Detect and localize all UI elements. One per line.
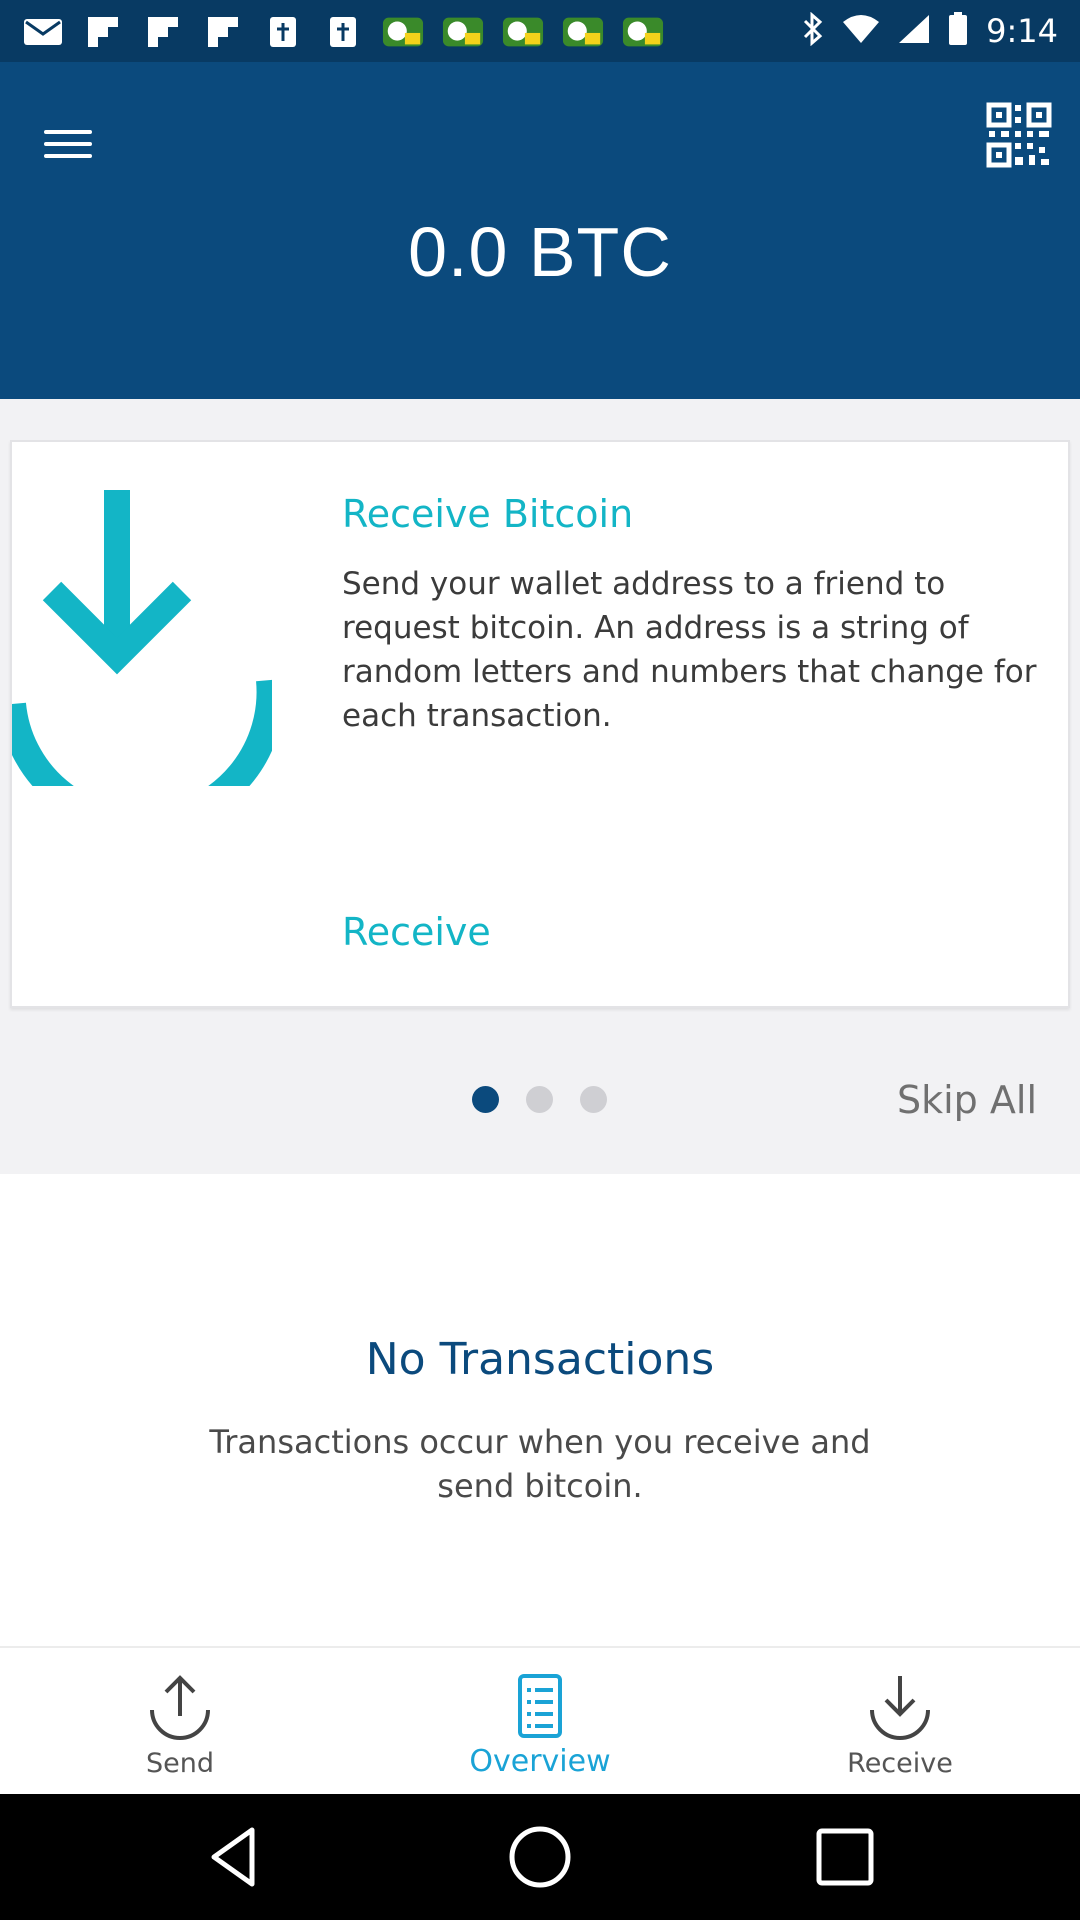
soccer-icon [382, 15, 424, 49]
home-icon[interactable] [505, 1822, 575, 1892]
qr-code-icon[interactable] [986, 102, 1052, 168]
nav-overview[interactable]: Overview [360, 1648, 720, 1794]
nav-overview-label: Overview [469, 1744, 611, 1779]
nav-receive-label: Receive [847, 1748, 953, 1779]
nav-receive[interactable]: Receive [720, 1648, 1080, 1794]
upload-arrow-icon [144, 1670, 216, 1742]
clock: 9:14 [986, 12, 1058, 50]
bible-icon [262, 15, 304, 49]
receive-illustration-icon [0, 486, 285, 836]
flipboard-icon [202, 15, 244, 49]
card-description: Send your wallet address to a friend to … [342, 566, 1037, 734]
card-title: Receive Bitcoin [342, 492, 634, 536]
download-arrow-icon [864, 1670, 936, 1742]
system-icons: 9:14 [802, 10, 1058, 52]
notification-icons [22, 12, 664, 52]
page-dot[interactable] [580, 1086, 607, 1113]
empty-state-message: Transactions occur when you receive and … [209, 1423, 871, 1505]
bible-icon [322, 15, 364, 49]
page-dot[interactable] [526, 1086, 553, 1113]
empty-state-title: No Transactions [365, 1334, 715, 1385]
system-navigation-bar [0, 1794, 1080, 1920]
balance-amount: 0.0 BTC [408, 213, 672, 291]
transactions-empty-state: No Transactions Transactions occur when … [0, 1174, 1080, 1646]
wallet-header: 0.0 BTC [0, 62, 1080, 399]
receive-link[interactable]: Receive [342, 910, 491, 954]
page-indicator [472, 1086, 607, 1113]
bluetooth-icon [802, 11, 824, 50]
flipboard-icon [82, 15, 124, 49]
bottom-navigation: Send Overview Receive [0, 1646, 1080, 1794]
card-pager: Skip All [0, 1028, 1080, 1174]
hamburger-menu-icon[interactable] [44, 114, 104, 174]
mail-icon [22, 15, 64, 49]
wifi-icon [842, 14, 880, 48]
status-bar: 9:14 [0, 0, 1080, 62]
skip-all-button[interactable]: Skip All [897, 1078, 1037, 1122]
soccer-icon [622, 15, 664, 49]
soccer-icon [502, 15, 544, 49]
nav-send-label: Send [145, 1748, 214, 1779]
battery-icon [948, 12, 968, 50]
soccer-icon [442, 15, 484, 49]
nav-send[interactable]: Send [0, 1648, 360, 1794]
recents-icon[interactable] [810, 1822, 880, 1892]
receive-bitcoin-card: Receive Bitcoin Send your wallet address… [0, 440, 1070, 1008]
back-icon[interactable] [200, 1822, 270, 1892]
list-document-icon [504, 1670, 576, 1742]
soccer-icon [562, 15, 604, 49]
page-dot-active[interactable] [472, 1086, 499, 1113]
flipboard-icon [142, 15, 184, 49]
signal-icon [898, 14, 930, 48]
